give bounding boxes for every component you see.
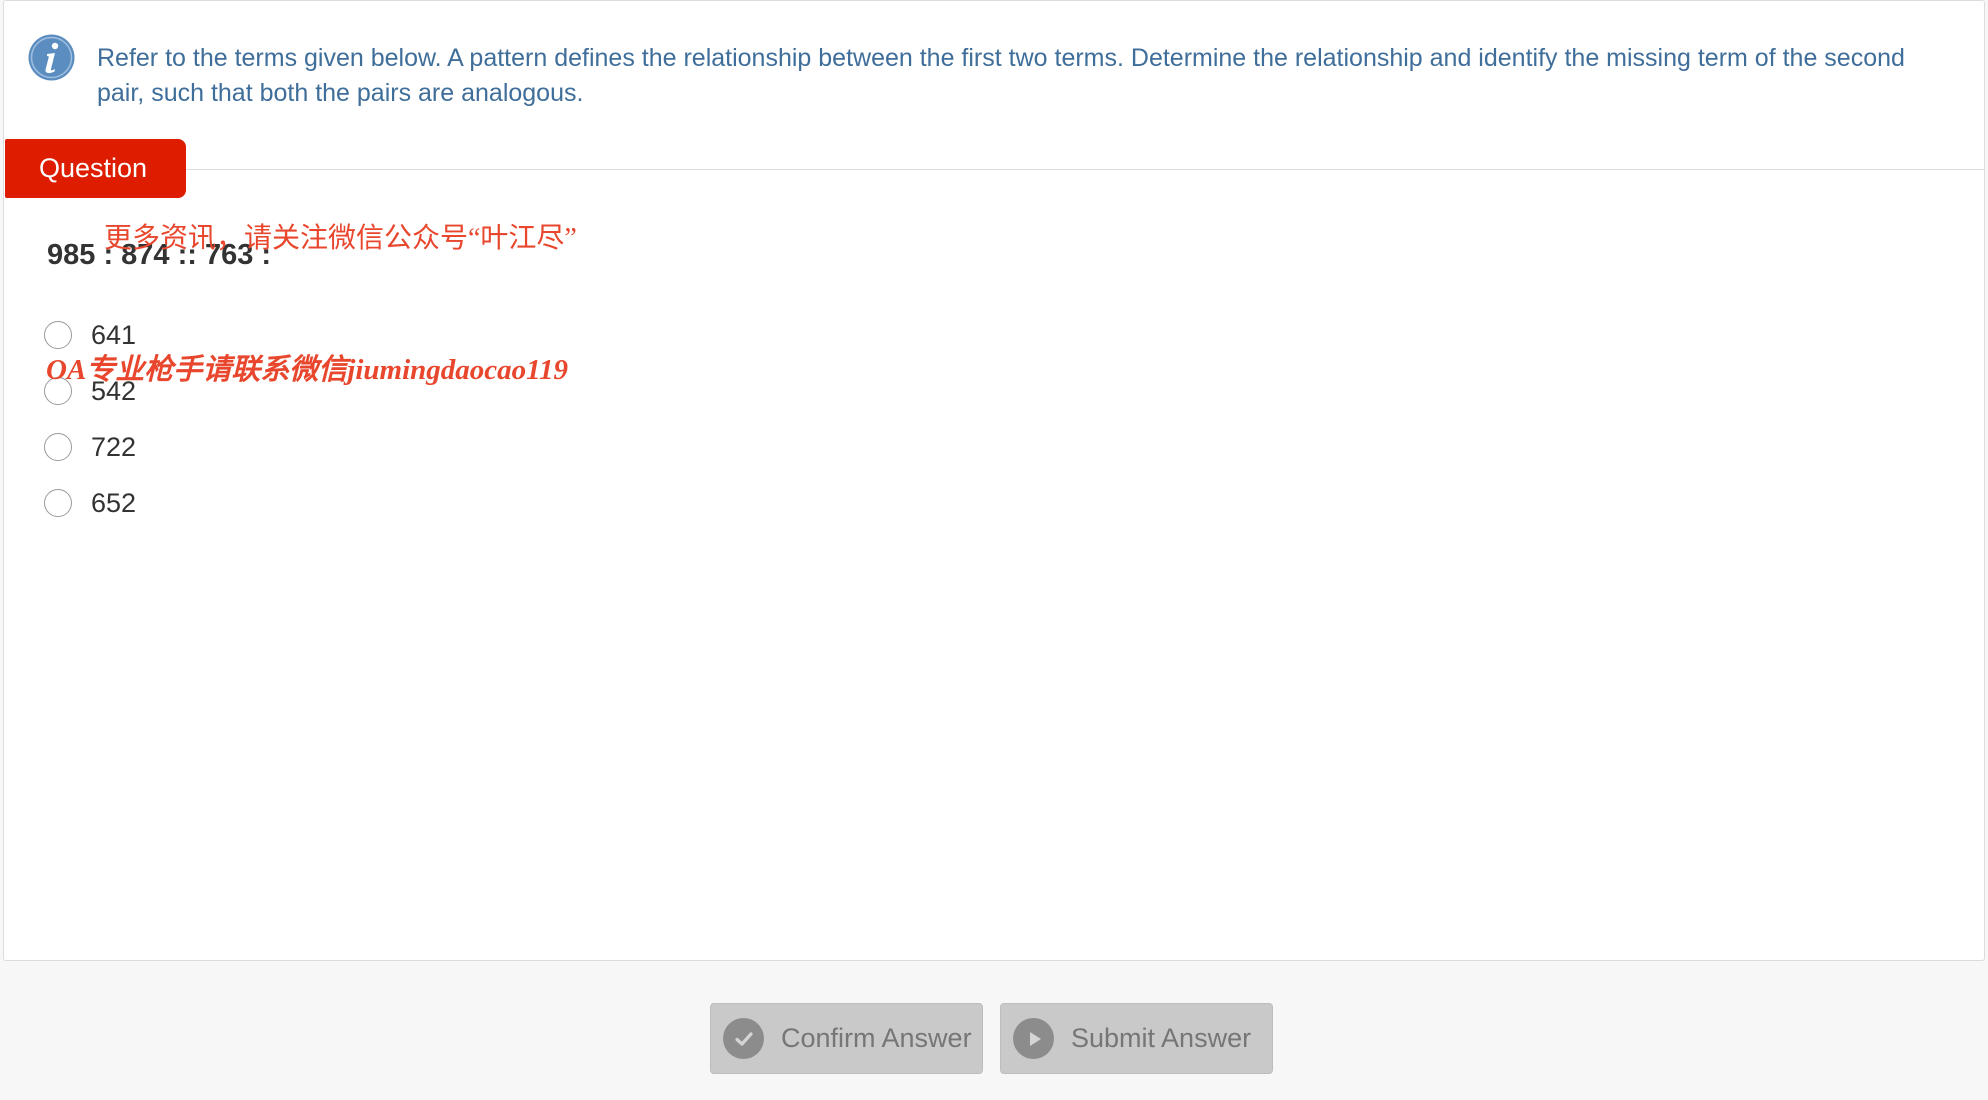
confirm-answer-label: Confirm Answer: [781, 1023, 972, 1053]
option-722[interactable]: 722: [44, 427, 136, 467]
instructions-text: Refer to the terms given below. A patter…: [97, 44, 1905, 107]
check-circle-icon: [723, 1018, 764, 1059]
section-divider: [184, 169, 1984, 170]
radio-button[interactable]: [44, 433, 72, 461]
option-label: 652: [91, 487, 137, 518]
watermark-text: OA专业枪手请联系微信jiumingdaocao119: [46, 354, 569, 386]
play-circle-icon: [1013, 1018, 1054, 1059]
submit-answer-label: Submit Answer: [1071, 1023, 1252, 1053]
submit-answer-button[interactable]: Submit Answer: [1000, 1003, 1273, 1074]
option-label: 722: [91, 431, 137, 462]
watermark-text: 更多资讯，请关注微信公众号“叶江尽”: [104, 223, 577, 254]
radio-button[interactable]: [44, 321, 72, 349]
question-tab: Question: [5, 139, 186, 198]
confirm-answer-button[interactable]: Confirm Answer: [710, 1003, 983, 1074]
option-652[interactable]: 652: [44, 483, 136, 523]
question-card: Refer to the terms given below. A patter…: [3, 0, 1985, 961]
info-icon: [28, 34, 75, 81]
radio-button[interactable]: [44, 489, 72, 517]
